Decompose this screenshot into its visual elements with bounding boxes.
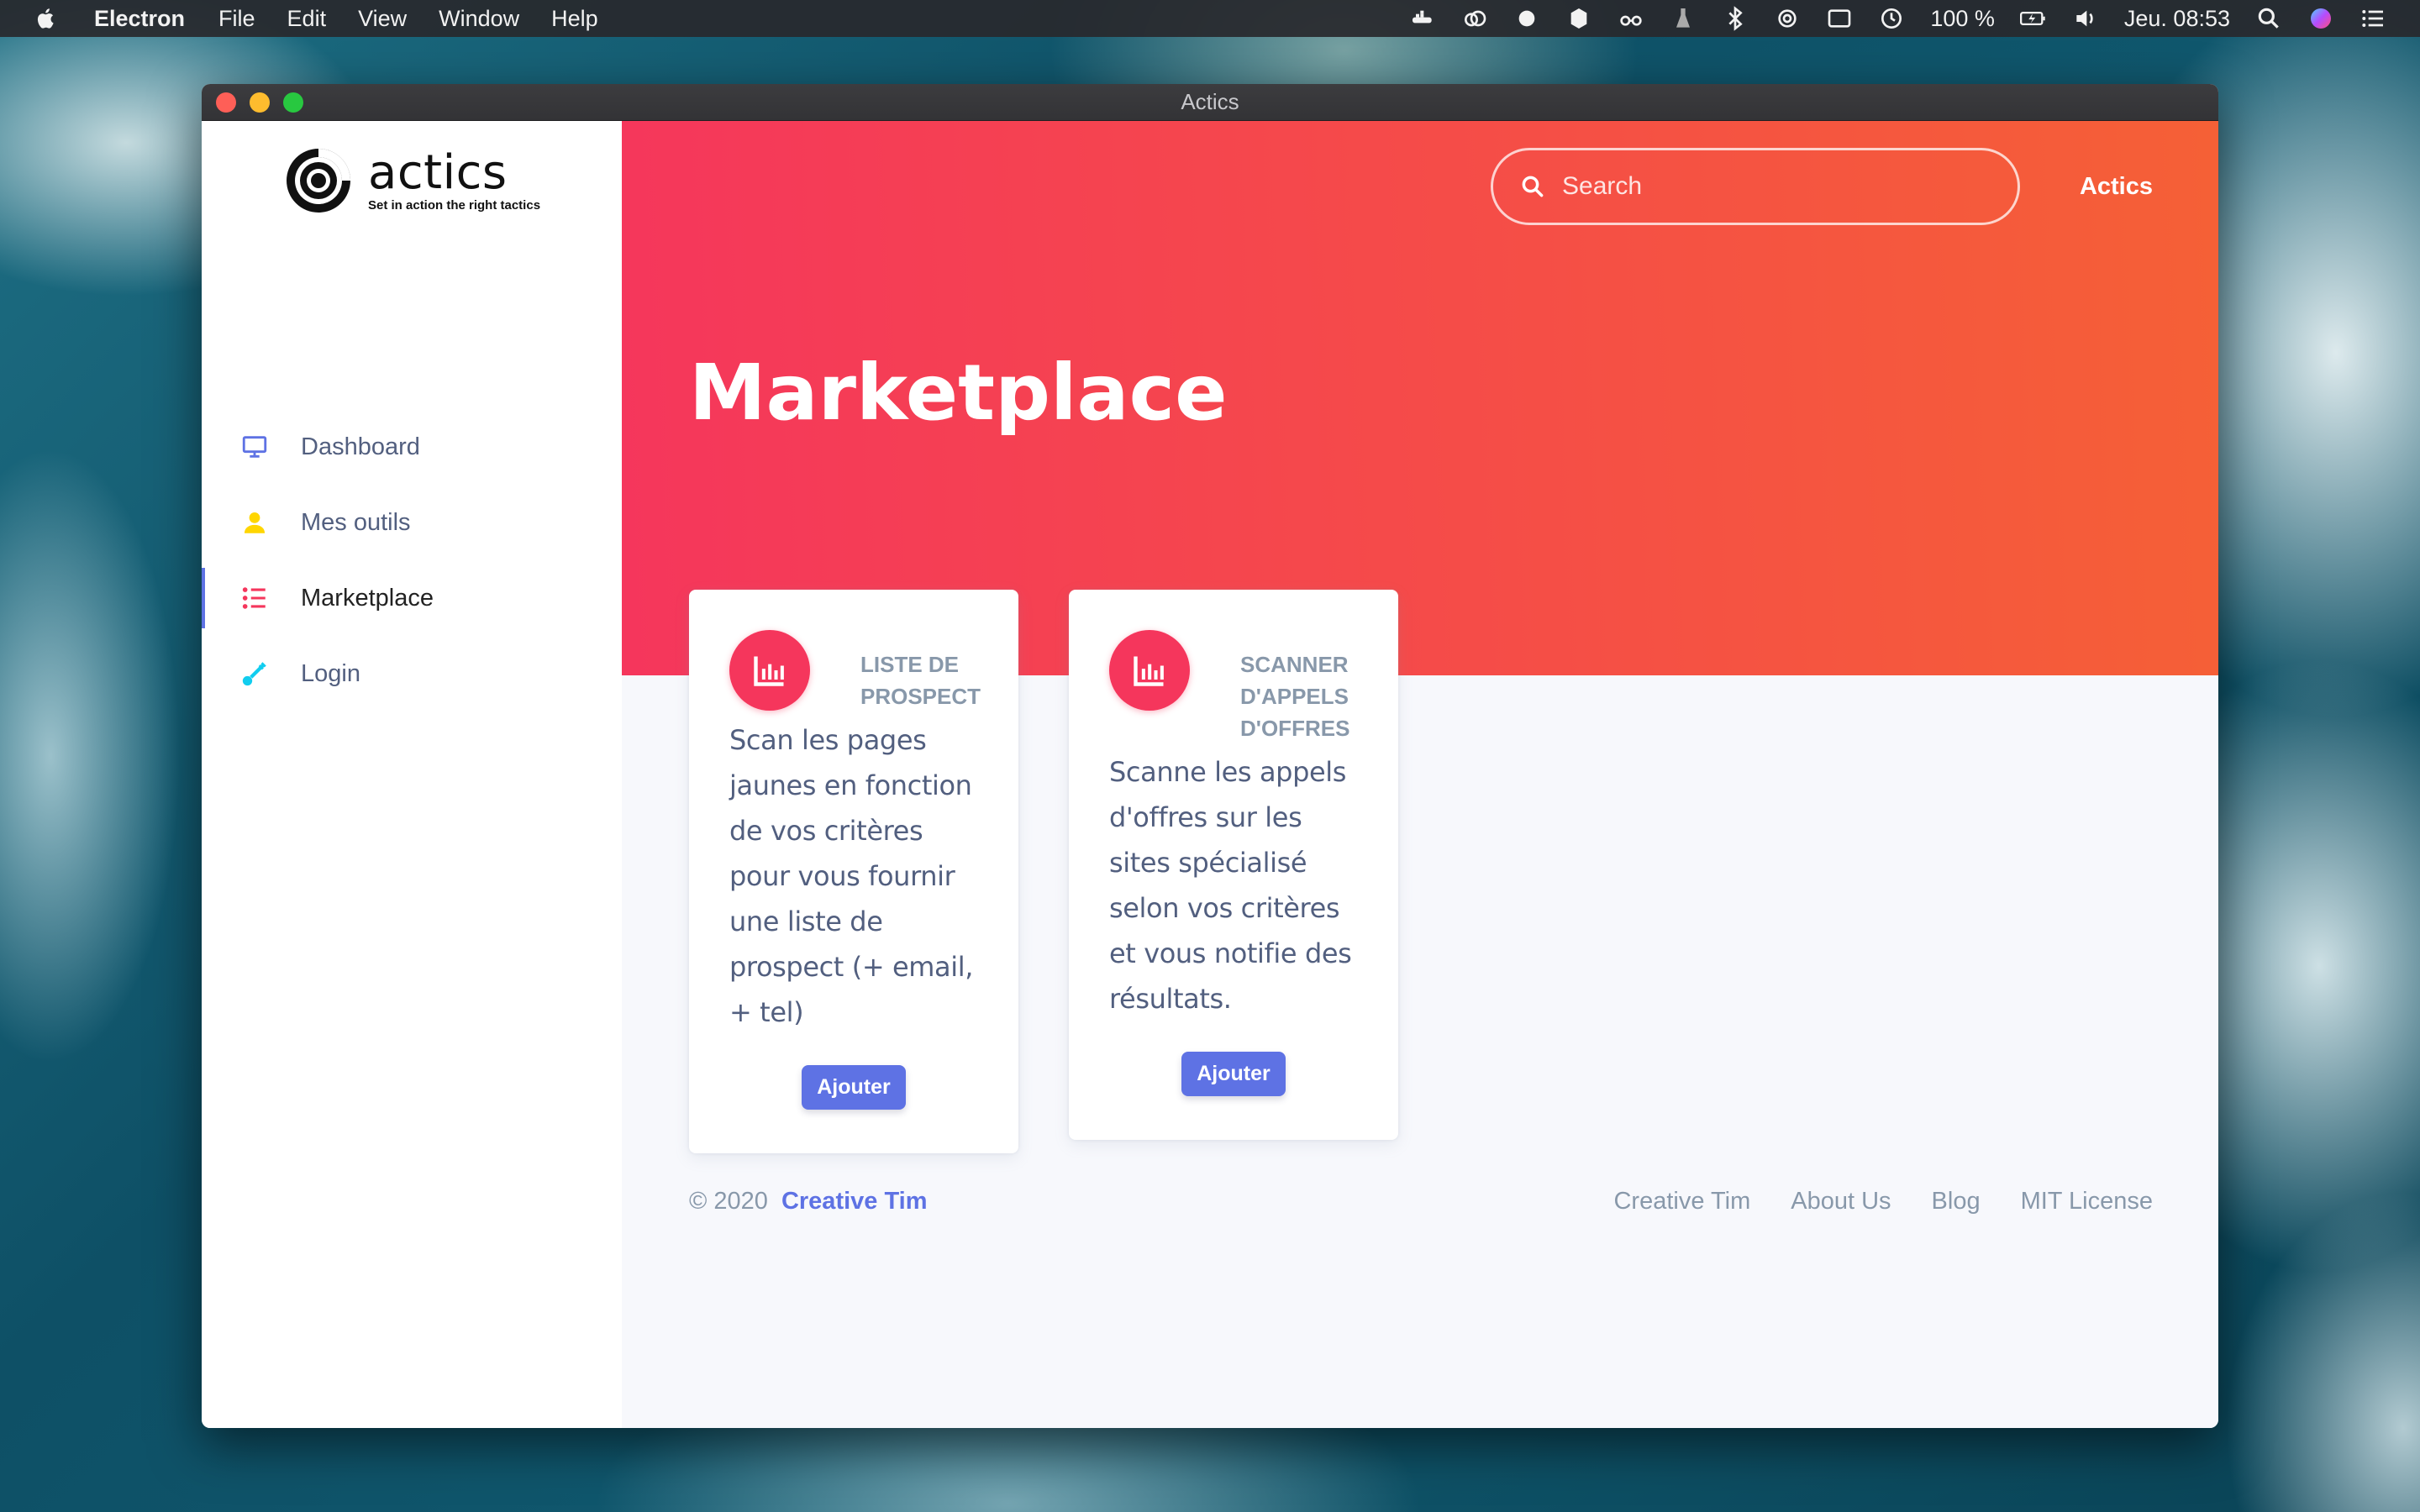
- flask-icon[interactable]: [1670, 5, 1697, 32]
- user-icon: [240, 508, 269, 537]
- docker-icon[interactable]: [1409, 5, 1436, 32]
- battery-percentage[interactable]: 100 %: [1930, 6, 1995, 32]
- search-box[interactable]: [1491, 148, 2020, 225]
- app-content: actics Set in action the right tactics D…: [202, 121, 2218, 1428]
- chart-bar-icon: [1109, 630, 1190, 711]
- card-description: Scanne les appels d'offres sur les sites…: [1109, 756, 1352, 1015]
- tool-card-scanner-appels-offres: SCANNER D'APPELS D'OFFRES Scanne les app…: [1069, 590, 1398, 1140]
- sidebar: actics Set in action the right tactics D…: [202, 121, 622, 1428]
- apple-icon[interactable]: [34, 4, 62, 33]
- brand-logo[interactable]: actics Set in action the right tactics: [284, 146, 540, 215]
- chart-bar-icon: [729, 630, 810, 711]
- sidebar-item-login[interactable]: Login: [202, 643, 622, 704]
- main-content: Actics Marketplace LISTE DE PROSPECT Sca…: [622, 121, 2218, 1428]
- footer-copyright-link[interactable]: Creative Tim: [781, 1188, 928, 1215]
- sidebar-item-mes-outils[interactable]: Mes outils: [202, 492, 622, 553]
- menubar-clock[interactable]: Jeu. 08:53: [2124, 6, 2230, 32]
- window-titlebar[interactable]: Actics: [202, 84, 2218, 121]
- menu-bar: Electron File Edit View Window Help 100 …: [0, 0, 2420, 37]
- footer-links: Creative Tim About Us Blog MIT License: [1613, 1188, 2153, 1215]
- marketplace-cards: LISTE DE PROSPECT Scan les pages jaunes …: [689, 590, 1398, 1153]
- keyboard-icon[interactable]: [1826, 5, 1853, 32]
- sidebar-item-label: Marketplace: [301, 584, 434, 612]
- footer-copyright: © 2020: [689, 1188, 768, 1215]
- menu-help[interactable]: Help: [551, 6, 598, 32]
- tool-card-liste-de-prospect: LISTE DE PROSPECT Scan les pages jaunes …: [689, 590, 1018, 1153]
- hexagon-icon[interactable]: [1565, 5, 1592, 32]
- logo-tagline: Set in action the right tactics: [368, 197, 541, 213]
- card-title: LISTE DE PROSPECT: [860, 652, 981, 709]
- glasses-icon[interactable]: [1618, 5, 1644, 32]
- user-menu-link[interactable]: Actics: [2080, 173, 2153, 201]
- key-icon: [240, 659, 269, 688]
- sidebar-item-marketplace[interactable]: Marketplace: [202, 568, 622, 628]
- card-title: SCANNER D'APPELS D'OFFRES: [1240, 652, 1350, 741]
- card-description: Scan les pages jaunes en fonction de vos…: [729, 724, 974, 1028]
- add-tool-button[interactable]: Ajouter: [1181, 1052, 1286, 1096]
- add-tool-button[interactable]: Ajouter: [802, 1065, 906, 1110]
- bluetooth-icon[interactable]: [1722, 5, 1749, 32]
- sidebar-nav: Dashboard Mes outils Marketplace Login: [202, 417, 622, 719]
- siri-icon[interactable]: [2307, 5, 2334, 32]
- footer-link-creative-tim[interactable]: Creative Tim: [1613, 1188, 1750, 1215]
- elephant-icon[interactable]: [1513, 5, 1540, 32]
- app-window: Actics actics Set in action the right ta…: [202, 84, 2218, 1428]
- page-title: Marketplace: [689, 348, 1228, 438]
- menu-edit[interactable]: Edit: [287, 6, 327, 32]
- airdrop-icon[interactable]: [1774, 5, 1801, 32]
- window-title: Actics: [1181, 89, 1239, 114]
- spotlight-search-icon[interactable]: [2255, 5, 2282, 32]
- sidebar-item-label: Mes outils: [301, 508, 411, 536]
- logo-wordmark: actics: [368, 144, 508, 200]
- menu-window[interactable]: Window: [439, 6, 519, 32]
- notification-center-icon[interactable]: [2360, 5, 2386, 32]
- sidebar-item-dashboard[interactable]: Dashboard: [202, 417, 622, 477]
- monitor-icon: [240, 433, 269, 461]
- battery-icon[interactable]: [2019, 5, 2047, 32]
- footer-link-about-us[interactable]: About Us: [1791, 1188, 1891, 1215]
- creative-cloud-icon[interactable]: [1461, 5, 1488, 32]
- search-icon: [1522, 176, 1544, 197]
- actics-logo-icon: [287, 149, 350, 213]
- sidebar-item-label: Dashboard: [301, 433, 420, 460]
- menu-app-name[interactable]: Electron: [94, 6, 185, 32]
- footer-link-mit-license[interactable]: MIT License: [2021, 1188, 2153, 1215]
- volume-icon[interactable]: [2072, 5, 2099, 32]
- sidebar-item-label: Login: [301, 659, 360, 687]
- page-footer: © 2020 Creative Tim Creative Tim About U…: [689, 1188, 2153, 1215]
- menu-view[interactable]: View: [358, 6, 407, 32]
- menu-file[interactable]: File: [218, 6, 255, 32]
- time-machine-icon[interactable]: [1878, 5, 1905, 32]
- footer-link-blog[interactable]: Blog: [1932, 1188, 1981, 1215]
- search-input[interactable]: [1562, 172, 1999, 201]
- list-icon: [240, 584, 269, 612]
